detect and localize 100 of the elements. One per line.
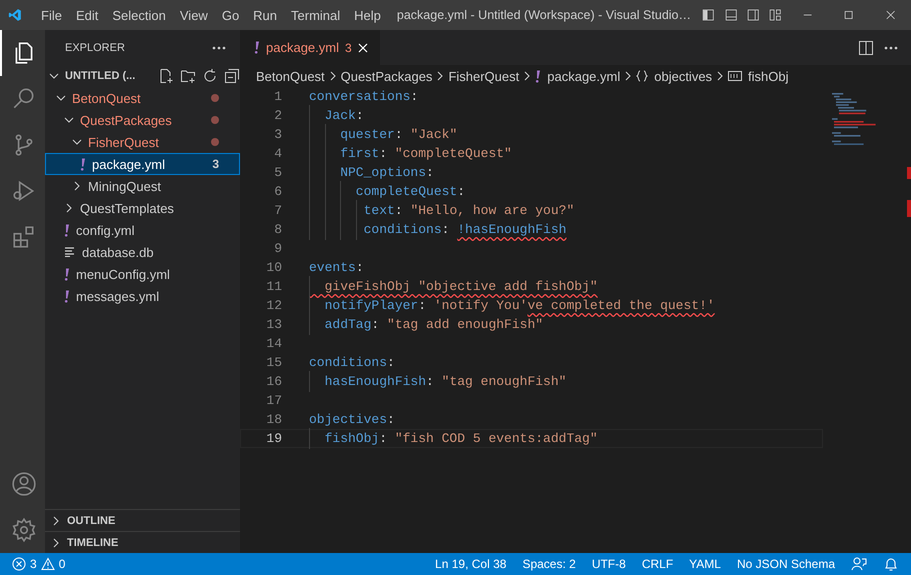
exclamation-icon <box>64 268 70 280</box>
status-item[interactable]: UTF-8 <box>584 557 634 571</box>
code-line: notifyPlayer: 'notify You've completed the quest!' <box>309 298 715 313</box>
line-number: 15 <box>265 355 282 370</box>
tree-item[interactable]: MiningQuest <box>45 175 240 197</box>
menu-item[interactable]: Selection <box>105 8 173 22</box>
line-number: 9 <box>273 241 282 256</box>
line-number: 4 <box>273 146 282 161</box>
menu-item[interactable]: Run <box>246 8 284 22</box>
breadcrumb[interactable]: objectives <box>636 68 712 84</box>
breadcrumb[interactable]: FisherQuest <box>448 68 520 84</box>
line-number: 3 <box>273 127 282 142</box>
line-number: 16 <box>265 374 282 389</box>
status-item[interactable]: Spaces: 2 <box>514 557 584 571</box>
maximize-icon[interactable] <box>844 9 854 21</box>
tree-item[interactable]: QuestPackages <box>45 109 240 131</box>
tree-item[interactable]: BetonQuest <box>45 87 240 109</box>
split-layout-icon[interactable] <box>746 7 760 23</box>
menu-item[interactable]: Edit <box>68 8 106 22</box>
tree-item[interactable]: menuConfig.yml <box>45 263 240 285</box>
tree-item[interactable]: package.yml 3 <box>45 153 240 175</box>
code-line: giveFishObj "objective add fishObj" <box>309 279 598 294</box>
workspace-name[interactable]: UNTITLED (... <box>65 70 152 82</box>
breadcrumb[interactable]: QuestPackages <box>340 68 432 84</box>
more-actions-icon[interactable] <box>884 46 898 50</box>
line-number: 5 <box>273 165 282 180</box>
problem-count: 3 <box>212 157 219 171</box>
exclamation-icon <box>80 158 86 170</box>
window-title: package.yml - Untitled (Workspace) - Visual Studio… <box>396 8 692 22</box>
line-number: 8 <box>273 222 282 237</box>
line-number: 7 <box>273 203 282 218</box>
line-number: 14 <box>265 336 282 351</box>
new-folder-icon[interactable] <box>180 68 196 84</box>
modified-dot-icon <box>211 138 219 146</box>
tree-item[interactable]: QuestTemplates <box>45 197 240 219</box>
code-line: conditions: <box>309 355 395 370</box>
menu-item[interactable]: File <box>34 8 69 22</box>
modified-dot-icon <box>211 116 219 124</box>
exclamation-icon <box>254 41 260 54</box>
chevron-right-icon <box>328 71 337 81</box>
split-editor-icon[interactable] <box>858 40 874 56</box>
code-line: objectives: <box>309 412 395 427</box>
code-line: addTag: "tag add enoughFish" <box>309 317 544 332</box>
chevron-right-icon <box>436 71 444 81</box>
chevron-right-icon <box>716 71 724 81</box>
line-number: 10 <box>265 260 282 275</box>
code-line: fishObj: "fish COD 5 events:addTag" <box>309 431 598 446</box>
menu-item[interactable]: Terminal <box>284 8 348 22</box>
line-number: 12 <box>265 298 282 313</box>
more-actions-icon[interactable] <box>212 46 226 50</box>
line-number: 2 <box>273 108 282 123</box>
layout-grid-icon[interactable] <box>769 7 782 23</box>
code-line: quester: "Jack" <box>309 127 458 142</box>
settings-icon[interactable] <box>10 517 36 543</box>
exclamation-icon <box>64 290 70 302</box>
code-line: text: "Hello, how are you?" <box>309 203 574 218</box>
chevron-right-icon <box>523 71 532 81</box>
breadcrumb[interactable]: BetonQuest <box>256 68 325 84</box>
collapse-all-icon[interactable] <box>224 68 240 84</box>
menu-item[interactable]: View <box>172 8 215 22</box>
editor-tab[interactable]: package.yml 3 <box>240 30 380 65</box>
run-debug-icon[interactable] <box>10 178 36 204</box>
close-icon[interactable] <box>886 9 896 21</box>
toggle-sidebar-icon[interactable] <box>702 7 714 23</box>
refresh-icon[interactable] <box>202 68 218 84</box>
status-item[interactable]: Ln 19, Col 38 <box>427 557 514 571</box>
code-line: NPC_options: <box>309 165 434 180</box>
modified-dot-icon <box>211 94 219 102</box>
tree-item[interactable]: messages.yml <box>45 285 240 307</box>
status-item[interactable]: No JSON Schema <box>728 557 843 571</box>
menu-item[interactable]: Help <box>347 8 388 22</box>
code-line: conversations: <box>309 89 418 104</box>
line-number: 17 <box>265 393 282 408</box>
chevron-down-icon[interactable] <box>49 73 59 79</box>
line-number: 1 <box>273 89 282 104</box>
tree-item[interactable]: database.db <box>45 241 240 263</box>
line-number: 13 <box>265 317 282 332</box>
line-number: 18 <box>265 412 282 427</box>
code-line: conditions: !hasEnoughFish <box>309 222 566 237</box>
panel-header[interactable]: OUTLINE <box>45 509 240 531</box>
menu-item[interactable]: Go <box>214 8 246 22</box>
code-line: completeQuest: <box>309 184 466 199</box>
account-icon[interactable] <box>10 471 36 497</box>
code-line: events: <box>309 260 364 275</box>
extensions-icon[interactable] <box>10 224 36 250</box>
status-item[interactable]: YAML <box>681 557 729 571</box>
exclamation-icon <box>64 224 70 236</box>
text-box-icon <box>728 71 742 81</box>
lines-icon <box>64 247 76 257</box>
breadcrumb[interactable]: fishObj <box>728 68 789 84</box>
problems-indicator[interactable]: 3 0 <box>4 557 74 571</box>
tree-item[interactable]: FisherQuest <box>45 131 240 153</box>
tree-item[interactable]: config.yml <box>45 219 240 241</box>
code-line: hasEnoughFish: "tag enoughFish" <box>309 374 566 389</box>
exclamation-icon <box>535 70 542 82</box>
status-item[interactable]: CRLF <box>634 557 682 571</box>
new-file-icon[interactable] <box>158 68 174 84</box>
toggle-panel-icon[interactable] <box>724 7 737 23</box>
breadcrumb[interactable]: package.yml <box>535 68 620 84</box>
code-line: Jack: <box>309 108 364 123</box>
